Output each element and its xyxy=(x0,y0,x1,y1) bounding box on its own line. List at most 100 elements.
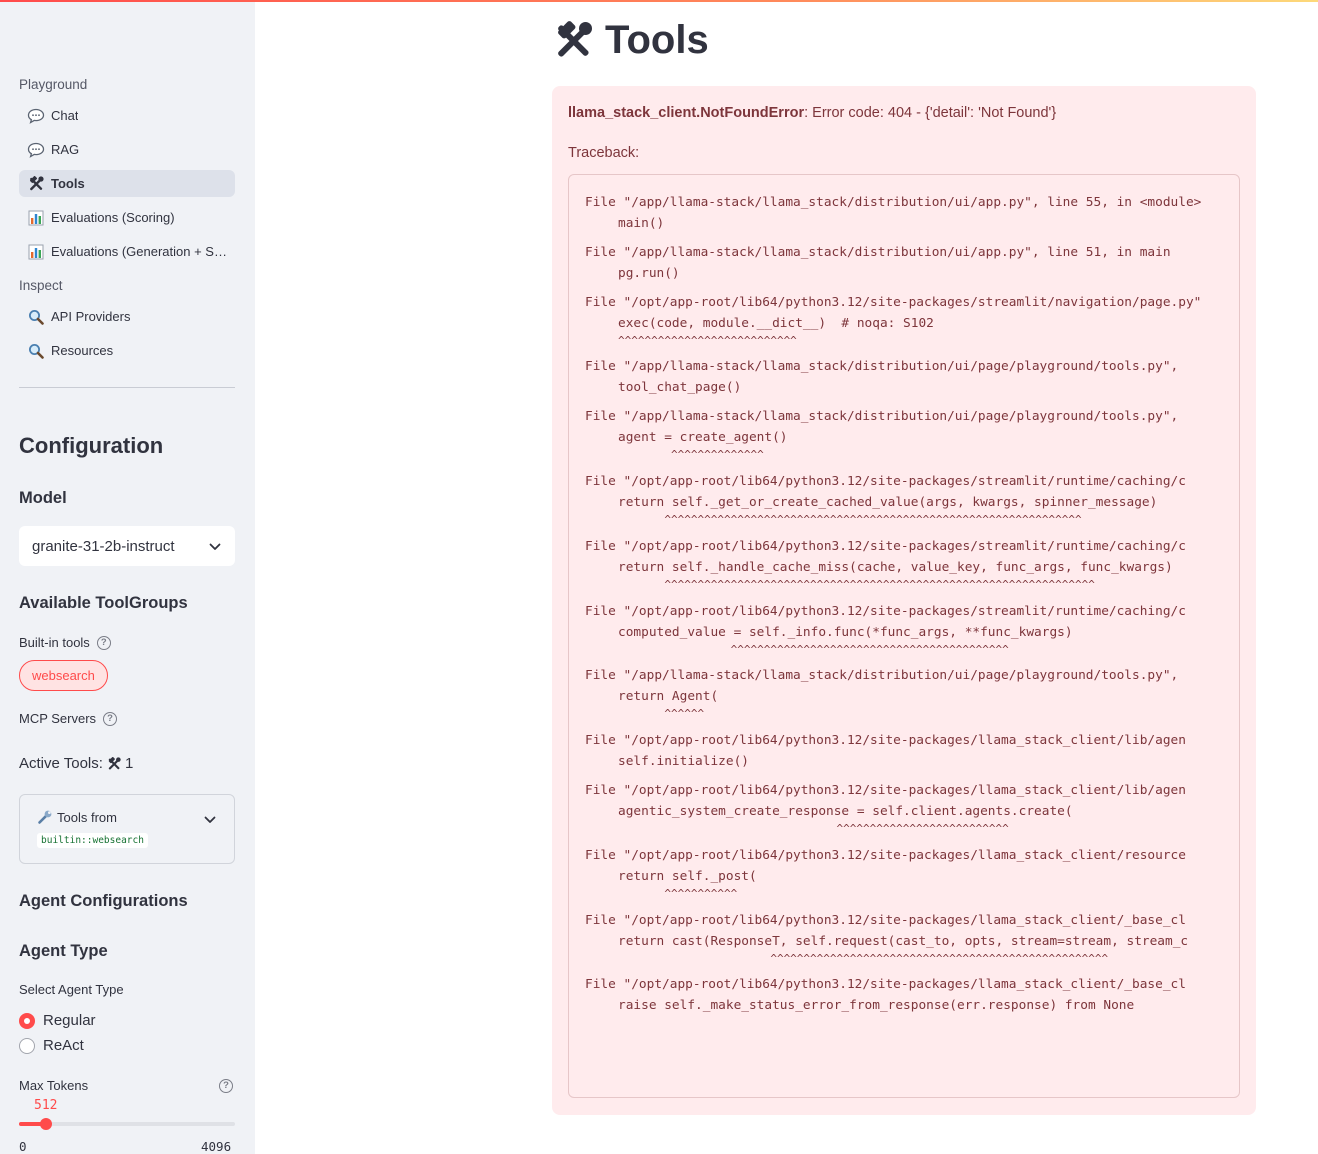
nav-section-playground: Playground xyxy=(19,77,88,92)
traceback-frame: File "/app/llama-stack/llama_stack/distr… xyxy=(585,242,1239,284)
hammer-wrench-icon xyxy=(27,175,45,193)
nav-item-chat[interactable]: Chat xyxy=(19,102,235,129)
nav-item-evaluations-generation[interactable]: Evaluations (Generation + S… xyxy=(19,238,235,265)
nav-item-label: Tools xyxy=(51,176,85,191)
traceback-file-line: File "/opt/app-root/lib64/python3.12/sit… xyxy=(585,847,1186,863)
radio-regular[interactable]: Regular xyxy=(19,1012,96,1029)
traceback-caret-line: ^^^^^^^^^^^^^^^^^^^^^^^^^^^^^^^^^^^^^^^^… xyxy=(618,951,1109,965)
traceback-caret-line: ^^^^^^^^^^^^^^ xyxy=(618,448,764,462)
traceback-frame: File "/opt/app-root/lib64/python3.12/sit… xyxy=(585,536,1239,593)
tool-code-label: builtin::websearch xyxy=(37,833,148,848)
traceback-code-line: raise self._make_status_error_from_respo… xyxy=(618,998,1135,1014)
nav-item-api-providers[interactable]: API Providers xyxy=(19,303,235,330)
traceback-file-line: File "/app/llama-stack/llama_stack/distr… xyxy=(585,668,1179,684)
traceback-caret-line: ^^^^^^^^^^^^^^^^^^^^^^^^^^^^^^^^^^^^^^^^… xyxy=(618,642,1009,656)
mcp-servers-label: MCP Servers ? xyxy=(19,711,118,726)
traceback-code-block[interactable]: File "/app/llama-stack/llama_stack/distr… xyxy=(568,174,1240,1098)
traceback-file-line: File "/opt/app-root/lib64/python3.12/sit… xyxy=(585,733,1186,749)
model-heading: Model xyxy=(19,489,67,507)
traceback-code-line: computed_value = self._info.func(*func_a… xyxy=(618,624,1073,640)
max-tokens-label: Max Tokens ? xyxy=(19,1078,235,1093)
max-tokens-slider[interactable] xyxy=(19,1118,235,1130)
traceback-caret-line: ^^^^^^ xyxy=(618,707,705,721)
traceback-frame: File "/opt/app-root/lib64/python3.12/sit… xyxy=(585,730,1239,772)
bar-chart-icon xyxy=(27,243,45,261)
sidebar: Playground Chat RAG Tools Evaluations (S… xyxy=(0,0,255,1154)
radio-react[interactable]: ReAct xyxy=(19,1037,84,1054)
active-tools-indicator: Active Tools: 1 xyxy=(19,755,133,772)
traceback-file-line: File "/opt/app-root/lib64/python3.12/sit… xyxy=(585,473,1186,489)
nav-item-label: Evaluations (Generation + S… xyxy=(51,244,227,259)
traceback-caret-line: ^^^^^^^^^^^^^^^^^^^^^^^^^^ xyxy=(618,821,1009,835)
mcp-servers-label-text: MCP Servers xyxy=(19,711,97,726)
nav-item-label: Evaluations (Scoring) xyxy=(51,210,175,225)
page-title-text: Tools xyxy=(605,18,709,62)
traceback-caret-line: ^^^^^^^^^^^^^^^^^^^^^^^^^^^^^^^^^^^^^^^^… xyxy=(618,512,1082,526)
page-title: Tools xyxy=(553,18,709,63)
help-icon[interactable]: ? xyxy=(103,711,118,726)
traceback-frame: File "/opt/app-root/lib64/python3.12/sit… xyxy=(585,974,1239,1016)
traceback-file-line: File "/opt/app-root/lib64/python3.12/sit… xyxy=(585,977,1186,993)
help-icon[interactable]: ? xyxy=(96,635,111,650)
traceback-code-line: pg.run() xyxy=(618,265,680,281)
speech-balloon-icon xyxy=(27,107,45,125)
wrench-icon xyxy=(37,809,53,825)
traceback-frame: File "/app/llama-stack/llama_stack/distr… xyxy=(585,192,1239,234)
nav-item-rag[interactable]: RAG xyxy=(19,136,235,163)
websearch-chip[interactable]: websearch xyxy=(19,660,108,691)
traceback-file-line: File "/opt/app-root/lib64/python3.12/sit… xyxy=(585,538,1186,554)
radio-button-selected[interactable] xyxy=(19,1012,35,1029)
traceback-file-line: File "/app/llama-stack/llama_stack/distr… xyxy=(585,244,1171,260)
nav-item-evaluations-scoring[interactable]: Evaluations (Scoring) xyxy=(19,204,235,231)
top-decoration-bar xyxy=(0,0,1318,2)
traceback-code-line: agentic_system_create_response = self.cl… xyxy=(618,803,1073,819)
builtin-tools-label: Built-in tools ? xyxy=(19,635,111,650)
traceback-frame: File "/opt/app-root/lib64/python3.12/sit… xyxy=(585,910,1239,967)
sidebar-divider xyxy=(19,387,235,388)
agent-type-heading: Agent Type xyxy=(19,942,108,960)
agent-configurations-heading: Agent Configurations xyxy=(19,892,188,910)
max-tokens-label-text: Max Tokens xyxy=(19,1078,89,1093)
error-detail: : Error code: 404 - {'detail': 'Not Foun… xyxy=(804,105,1057,121)
nav-item-tools[interactable]: Tools xyxy=(19,170,235,197)
traceback-file-line: File "/opt/app-root/lib64/python3.12/sit… xyxy=(585,782,1186,798)
traceback-file-line: File "/opt/app-root/lib64/python3.12/sit… xyxy=(585,294,1202,310)
traceback-caret-line: ^^^^^^^^^^^ xyxy=(618,886,738,900)
traceback-code-line: return cast(ResponseT, self.request(cast… xyxy=(618,933,1189,949)
active-tools-count: 1 xyxy=(124,755,134,772)
nav-item-label: Chat xyxy=(51,108,79,123)
traceback-code-line: exec(code, module.__dict__) # noqa: S102 xyxy=(618,315,934,331)
nav-item-resources[interactable]: Resources xyxy=(19,337,235,364)
radio-label: ReAct xyxy=(43,1037,84,1054)
traceback-file-line: File "/app/llama-stack/llama_stack/distr… xyxy=(585,195,1202,210)
radio-label: Regular xyxy=(43,1012,96,1029)
help-icon[interactable]: ? xyxy=(219,1078,233,1093)
slider-thumb[interactable] xyxy=(40,1118,52,1130)
traceback-frame: File "/app/llama-stack/llama_stack/distr… xyxy=(585,356,1239,398)
chevron-down-icon xyxy=(209,538,221,555)
slider-min-label: 0 xyxy=(19,1139,27,1154)
tools-expander[interactable]: Tools from builtin::websearch xyxy=(19,794,235,864)
nav-item-label: Resources xyxy=(51,343,114,358)
traceback-file-line: File "/opt/app-root/lib64/python3.12/sit… xyxy=(585,912,1186,928)
nav-item-label: API Providers xyxy=(51,309,131,324)
traceback-code-line: agent = create_agent() xyxy=(618,430,788,446)
traceback-frame: File "/opt/app-root/lib64/python3.12/sit… xyxy=(585,845,1239,902)
model-select[interactable]: granite-31-2b-instruct xyxy=(19,526,235,566)
traceback-file-line: File "/opt/app-root/lib64/python3.12/sit… xyxy=(585,603,1186,619)
chevron-down-icon xyxy=(204,811,216,829)
slider-max-label: 4096 xyxy=(201,1139,232,1154)
bar-chart-icon xyxy=(27,209,45,227)
traceback-caret-line: ^^^^^^^^^^^^^^^^^^^^^^^^^^^^^^^^^^^^^^^^… xyxy=(618,577,1095,591)
traceback-code-line: tool_chat_page() xyxy=(618,380,742,396)
tools-expander-title: Tools from xyxy=(37,809,117,825)
tools-expander-label: Tools from xyxy=(57,809,117,825)
traceback-label: Traceback: xyxy=(568,145,640,161)
traceback-frame: File "/opt/app-root/lib64/python3.12/sit… xyxy=(585,471,1239,528)
magnifier-icon xyxy=(27,342,45,360)
builtin-tools-label-text: Built-in tools xyxy=(19,635,90,650)
traceback-code-line: return self._get_or_create_cached_value(… xyxy=(618,494,1158,510)
radio-button[interactable] xyxy=(19,1037,35,1054)
model-select-value: granite-31-2b-instruct xyxy=(32,537,175,555)
traceback-file-line: File "/app/llama-stack/llama_stack/distr… xyxy=(585,359,1179,375)
